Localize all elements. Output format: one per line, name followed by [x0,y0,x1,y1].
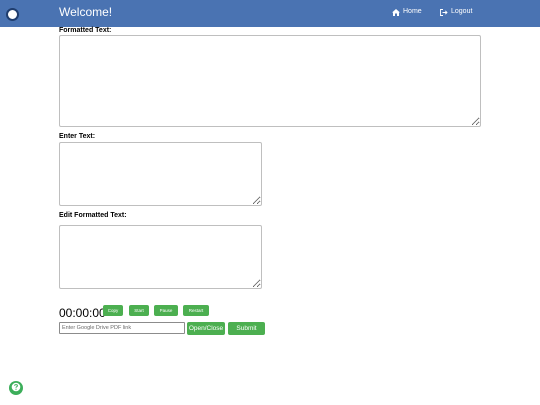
copy-button[interactable]: Copy [103,305,123,316]
open-close-button[interactable]: Open/Close [187,322,225,335]
help-icon [11,379,21,397]
sidebar-toggle[interactable] [6,8,19,21]
restart-button[interactable]: Restart [183,305,209,316]
edit-formatted-text-label: Edit Formatted Text: [59,212,127,219]
formatted-text-area[interactable] [59,35,481,127]
logout-icon [440,8,448,16]
help-button[interactable] [9,381,23,395]
top-navbar: Welcome! Home Logout [0,0,540,27]
submit-button[interactable]: Submit [228,322,265,335]
pause-button[interactable]: Pause [154,305,178,316]
home-link[interactable]: Home [392,7,422,17]
start-button[interactable]: Start [129,305,149,316]
logout-label: Logout [451,8,473,15]
home-label: Home [403,8,422,15]
edit-formatted-text-area[interactable] [59,225,262,289]
pdf-link-input[interactable] [59,322,185,334]
enter-text-label: Enter Text: [59,133,96,140]
enter-text-area[interactable] [59,142,262,206]
logout-link[interactable]: Logout [440,7,472,17]
home-icon [392,8,400,16]
formatted-text-label: Formatted Text: [59,27,112,34]
timer-display: 00:00:00 [59,306,106,320]
page-title: Welcome! [59,5,113,19]
